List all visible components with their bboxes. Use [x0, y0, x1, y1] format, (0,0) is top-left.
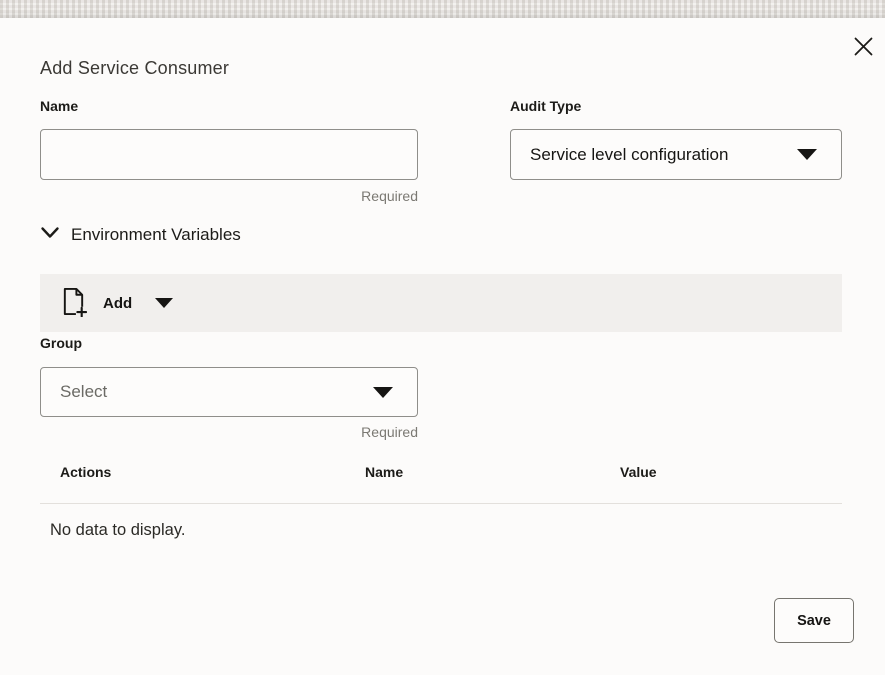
column-header-actions: Actions — [40, 463, 365, 481]
caret-down-icon — [797, 149, 817, 160]
name-required-hint: Required — [40, 188, 418, 204]
name-input[interactable] — [40, 129, 418, 180]
audit-type-field-group: Audit Type Service level configuration — [510, 98, 842, 204]
column-header-value: Value — [620, 463, 842, 481]
group-select-placeholder: Select — [60, 382, 107, 402]
audit-type-field-label: Audit Type — [510, 98, 842, 115]
caret-down-icon — [373, 387, 393, 398]
close-icon — [853, 36, 874, 60]
table-header-divider — [40, 503, 842, 504]
section-title: Environment Variables — [71, 223, 241, 246]
name-field-label: Name — [40, 98, 418, 115]
document-add-icon — [60, 286, 87, 320]
add-variable-button[interactable]: Add — [60, 286, 173, 320]
add-button-label: Add — [103, 295, 132, 312]
table-empty-message: No data to display. — [40, 519, 842, 541]
add-service-consumer-dialog: Add Service Consumer Name Required Audit… — [0, 18, 885, 675]
group-field-label: Group — [40, 335, 418, 352]
group-select[interactable]: Select — [40, 367, 418, 417]
group-required-hint: Required — [40, 424, 418, 440]
variables-table-header: Actions Name Value — [40, 463, 842, 481]
chevron-down-icon — [40, 226, 60, 244]
environment-variables-toolbar: Add — [40, 274, 842, 332]
column-header-name: Name — [365, 463, 620, 481]
close-button[interactable] — [849, 34, 877, 62]
caret-down-icon — [155, 298, 173, 308]
page-title: Add Service Consumer — [40, 57, 842, 79]
audit-type-selected-value: Service level configuration — [530, 145, 728, 165]
name-field-group: Name Required — [40, 98, 418, 204]
group-field-group: Group Select Required — [40, 335, 418, 440]
audit-type-select[interactable]: Service level configuration — [510, 129, 842, 180]
save-button[interactable]: Save — [774, 598, 854, 643]
form-row: Name Required Audit Type Service level c… — [40, 98, 842, 204]
environment-variables-section-toggle[interactable]: Environment Variables — [40, 223, 842, 246]
